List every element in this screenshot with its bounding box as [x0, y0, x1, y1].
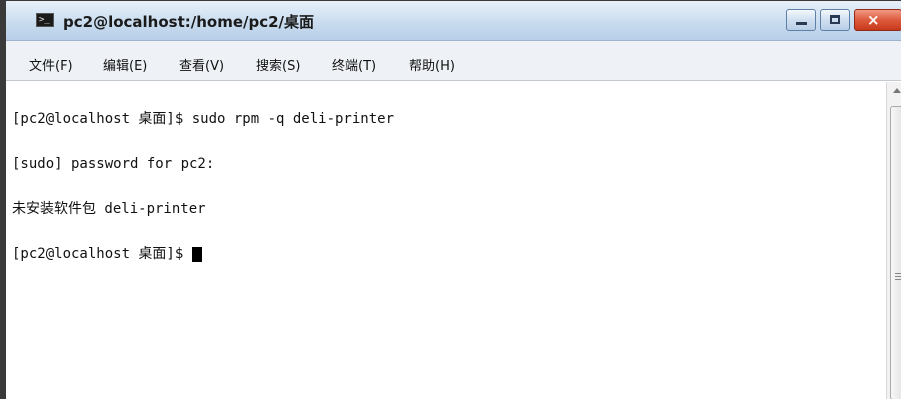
grip-icon	[895, 273, 901, 280]
menu-search[interactable]: 搜索(S)	[256, 55, 300, 74]
menu-file[interactable]: 文件(F)	[29, 55, 73, 74]
maximize-button[interactable]	[820, 9, 850, 31]
menu-terminal[interactable]: 终端(T)	[332, 55, 376, 74]
terminal-prompt-line: [pc2@localhost 桌面]$	[12, 247, 882, 262]
terminal-line: 未安装软件包 deli-printer	[12, 201, 206, 217]
text-cursor	[191, 247, 202, 262]
menu-edit[interactable]: 编辑(E)	[103, 55, 147, 74]
terminal-window: >_ pc2@localhost:/home/pc2/桌面 × 文件(F) 编辑…	[0, 0, 901, 399]
scroll-up-arrow-icon[interactable]	[893, 88, 901, 93]
vertical-scrollbar[interactable]	[886, 82, 901, 399]
minimize-icon	[796, 22, 807, 25]
window-title: pc2@localhost:/home/pc2/桌面	[63, 13, 315, 31]
terminal-output[interactable]: [pc2@localhost 桌面]$ sudo rpm -q deli-pri…	[12, 82, 882, 399]
close-icon: ×	[867, 11, 880, 29]
terminal-line: [pc2@localhost 桌面]$ sudo rpm -q deli-pri…	[12, 111, 395, 127]
prompt-text: [pc2@localhost 桌面]$	[12, 246, 192, 262]
minimize-button[interactable]	[786, 9, 816, 31]
close-button[interactable]: ×	[854, 9, 901, 31]
terminal-line: [sudo] password for pc2:	[12, 156, 215, 172]
terminal-icon: >_	[36, 13, 54, 27]
menu-view[interactable]: 查看(V)	[179, 55, 224, 74]
maximize-icon	[830, 15, 840, 24]
title-bar[interactable]: >_ pc2@localhost:/home/pc2/桌面 ×	[6, 1, 901, 41]
menu-help[interactable]: 帮助(H)	[409, 55, 455, 74]
scrollbar-thumb[interactable]	[890, 106, 901, 399]
